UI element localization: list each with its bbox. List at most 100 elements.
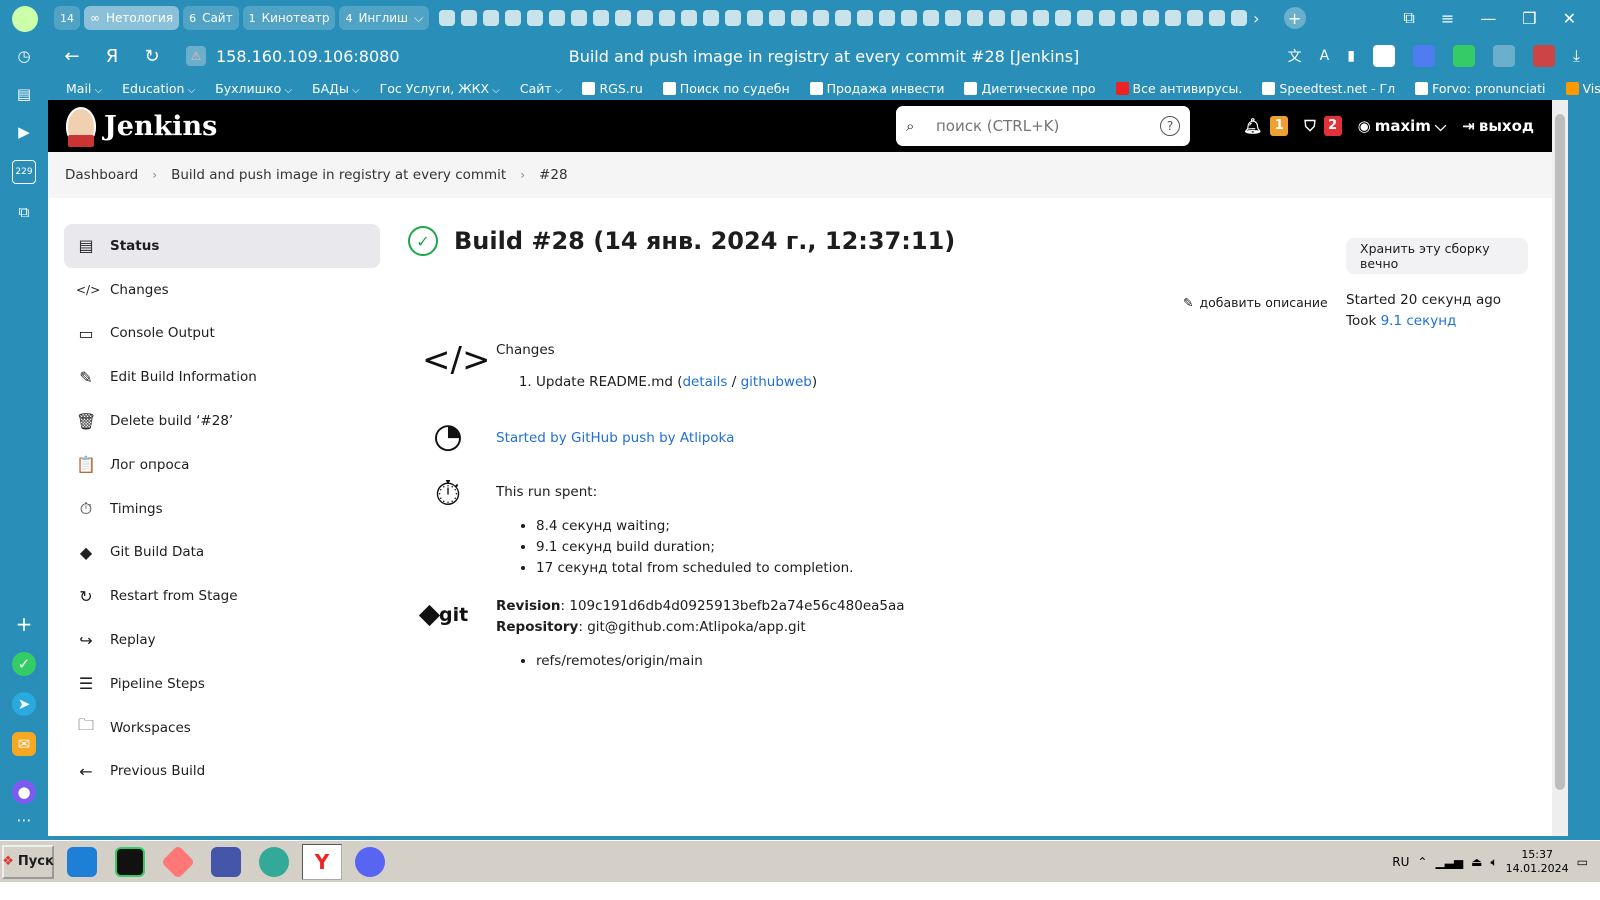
tab-favicon[interactable] [1121,10,1138,26]
tab-favicon[interactable] [1011,10,1028,26]
browser-app[interactable] [254,844,294,880]
breadcrumb-job[interactable]: Build and push image in registry at ever… [171,167,506,183]
clock[interactable]: 15:37 14.01.2024 [1506,848,1569,876]
tab-cinema[interactable]: 1 Кинотеатр [242,6,336,30]
tab-favicon[interactable] [725,10,742,26]
tab-favicon[interactable] [769,10,786,26]
pycharm-app[interactable] [110,844,150,880]
tab-favicon[interactable] [549,10,566,26]
collections-icon[interactable]: ▤ [12,82,36,106]
tab-favicon[interactable] [923,10,940,26]
mail-icon[interactable]: ✉ [12,732,36,756]
assistant-icon[interactable]: ● [12,780,36,804]
jenkins-logo-link[interactable]: Jenkins [66,107,217,147]
new-tab-icon[interactable]: + [1283,7,1306,29]
tab-manager-icon[interactable]: ⧉ [1403,8,1414,28]
tab-favicon[interactable] [703,10,720,26]
scrollbar-thumb[interactable] [1555,114,1565,790]
tab-favicon[interactable] [593,10,610,26]
url-field[interactable]: ⚠ 158.160.109.106:8080 [186,46,400,66]
tab-english[interactable]: 4 Инглиш ⌵ [339,6,430,30]
vscode-app[interactable] [62,844,102,880]
tab-favicon[interactable] [1143,10,1160,26]
bookmark-link[interactable]: Vis [1565,81,1600,96]
tab-favicon[interactable] [1187,10,1204,26]
tab-favicon[interactable] [1099,10,1116,26]
telegram-icon[interactable]: ➤ [12,692,36,716]
extension-icon[interactable] [1372,45,1395,67]
history-icon[interactable]: ◷ [12,44,36,68]
back-icon[interactable]: ← [52,46,92,67]
tab-favicon[interactable] [527,10,544,26]
tab-group-14[interactable]: 14 [54,6,80,30]
tab-favicon[interactable] [747,10,764,26]
tab-favicon[interactable] [857,10,874,26]
bookmark-folder[interactable]: Education [122,81,195,96]
volume-icon[interactable]: 🔈︎ [1490,855,1497,870]
help-icon[interactable]: ? [1160,116,1180,136]
tab-netology[interactable]: ∞ Нетология [84,6,180,30]
language-indicator[interactable]: RU [1392,855,1409,869]
sidenav-item-8[interactable]: ↻ Restart from Stage [64,574,380,618]
tab-favicon[interactable] [813,10,830,26]
signal-icon[interactable]: ▁▃▅ [1435,855,1463,869]
menu-icon[interactable]: ≡ [1441,9,1454,28]
breadcrumb-dashboard[interactable]: Dashboard [65,167,138,183]
tab-favicon[interactable] [879,10,896,26]
bookmark-folder[interactable]: Бухлишко [215,81,292,96]
show-desktop-icon[interactable]: ▭ [1577,855,1588,869]
tab-favicon[interactable] [1033,10,1050,26]
tab-favicon[interactable] [681,10,698,26]
shield-check-icon[interactable] [1452,45,1475,67]
sidenav-item-12[interactable]: ← Previous Build [64,750,380,794]
sidenav-item-1[interactable]: </> Changes [64,268,380,312]
bookmark-link[interactable]: Поиск по судебн [662,81,790,96]
tab-favicon[interactable] [791,10,808,26]
tab-favicon[interactable] [461,10,478,26]
extension-icon[interactable] [1532,45,1555,67]
extension-icon[interactable] [1492,45,1515,67]
sidenav-item-0[interactable]: ▤ Status [64,224,380,268]
screenshot-icon[interactable]: ⧉ [12,200,36,224]
sidenav-item-3[interactable]: ✎ Edit Build Information [64,355,380,399]
add-description-link[interactable]: ✎ добавить описание [1183,295,1328,310]
security-button[interactable]: ⛉ 2 [1304,116,1342,136]
tab-favicon[interactable] [901,10,918,26]
sidenav-item-7[interactable]: ◆ Git Build Data [64,531,380,575]
breadcrumb-build[interactable]: #28 [539,167,568,183]
tray-expand-icon[interactable]: ⌃ [1417,855,1427,869]
yandex-icon[interactable]: Я [92,46,132,67]
sidenav-item-6[interactable]: ⏱ Timings [64,487,380,531]
tab-favicon[interactable] [483,10,500,26]
tab-favicon[interactable] [505,10,522,26]
minimize-icon[interactable]: — [1480,9,1496,28]
bookmark-folder[interactable]: Гос Услуги, ЖКХ [380,81,500,96]
notifications-button[interactable]: 🔔︎ 1 [1243,116,1289,136]
change-githubweb-link[interactable]: githubweb [741,374,812,390]
started-by-link[interactable]: Started by GitHub push by Atlipoka [496,430,734,446]
tab-favicon[interactable] [637,10,654,26]
tab-favicon[interactable] [1165,10,1182,26]
sidenav-item-10[interactable]: ☰ Pipeline Steps [64,662,380,706]
yandex-browser-app[interactable]: Y [302,843,342,880]
network-app[interactable] [206,844,246,880]
bookmark-folder[interactable]: БАДы [312,81,360,96]
usb-icon[interactable]: ⏏ [1471,855,1482,869]
bookmark-link[interactable]: Все антивирусы. [1115,81,1242,96]
bookmark-link[interactable]: Продажа инвести [809,81,944,96]
sidenav-item-4[interactable]: 🗑 Delete build ‘#28’ [64,399,380,443]
user-menu[interactable]: ◉ maxim ⌵ [1358,117,1447,135]
logout-link[interactable]: ⇥ выход [1462,117,1534,135]
badge-counter-icon[interactable]: 229 [12,160,36,184]
tab-favicon[interactable] [1077,10,1094,26]
bookmark-link[interactable]: RGS.ru [582,81,643,96]
tab-favicon[interactable] [835,10,852,26]
restore-icon[interactable]: ❐ [1522,9,1536,28]
bookmark-link[interactable]: Forvo: pronunciati [1415,81,1546,96]
tab-favicon[interactable] [439,10,456,26]
took-link[interactable]: 9.1 секунд [1381,313,1457,329]
tab-favicon[interactable] [989,10,1006,26]
reader-icon[interactable]: A [1320,48,1330,64]
translate-icon[interactable]: 文 [1288,46,1302,66]
tab-favicon[interactable] [1209,10,1226,26]
